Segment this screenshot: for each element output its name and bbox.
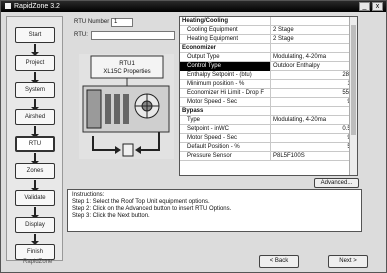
- rtu-property-grid[interactable]: Heating/Cooling Cooling Equipment 2 Stag…: [179, 16, 358, 176]
- step-arrow: [31, 234, 39, 245]
- heating-equipment-select[interactable]: 2 Stage: [270, 35, 357, 44]
- property-label: Output Type: [187, 54, 220, 60]
- instructions-title: Instructions:: [72, 192, 105, 198]
- bypass-setpoint-input[interactable]: 0.50: [270, 125, 357, 134]
- property-row-bypass: Bypass: [180, 107, 357, 116]
- property-value: [270, 44, 357, 53]
- rtu-name-label: RTU:: [74, 32, 88, 38]
- step-start[interactable]: Start: [15, 27, 55, 43]
- output-type-select[interactable]: Modulating, 4-20ma: [270, 53, 357, 62]
- economizer-motor-speed-input[interactable]: 90: [270, 98, 357, 107]
- rtu-equipment-diagram: RTU1 XL15C Properties: [79, 54, 174, 159]
- step-rtu[interactable]: RTU: [15, 136, 55, 152]
- property-row-output-type[interactable]: Output Type Modulating, 4-20ma: [180, 53, 357, 62]
- equipment-title: RTU1: [119, 61, 135, 67]
- app-window: RapidZone 3.2 _ x Start Project System A…: [0, 0, 387, 273]
- next-button[interactable]: Next >: [328, 255, 368, 268]
- property-row-pressure-sensor[interactable]: Pressure Sensor P8L5F100S: [180, 152, 357, 161]
- property-row-bypass-motor-speed[interactable]: Motor Speed - Sec 90: [180, 134, 357, 143]
- property-row-cooling-equipment[interactable]: Cooling Equipment 2 Stage: [180, 26, 357, 35]
- property-row-heating-cooling: Heating/Cooling: [180, 17, 357, 26]
- step-arrow: [31, 99, 39, 111]
- minimum-position-input[interactable]: 10: [270, 80, 357, 89]
- step-arrow: [31, 153, 39, 165]
- property-label: Heating Equipment: [187, 36, 239, 42]
- instruction-line: Step 1: Select the Roof Top Unit equipme…: [72, 199, 210, 205]
- back-button[interactable]: < Back: [259, 255, 299, 268]
- property-row-hi-limit[interactable]: Economizer Hi Limit - Drop F 55.0: [180, 89, 357, 98]
- hi-limit-input[interactable]: 55.0: [270, 89, 357, 98]
- enthalpy-setpoint-input[interactable]: 28.0: [270, 71, 357, 80]
- property-row-enthalpy-setpoint[interactable]: Enthalpy Setpoint - (btu) 28.0: [180, 71, 357, 80]
- property-grid-scrollbar[interactable]: [349, 17, 357, 175]
- property-label: Economizer Hi Limit - Drop F: [187, 90, 265, 96]
- step-arrow: [31, 126, 39, 138]
- advanced-button[interactable]: Advanced...: [314, 178, 359, 188]
- property-label: Minimum position - %: [187, 81, 245, 87]
- property-label: Heating/Cooling: [182, 18, 228, 24]
- property-row-heating-equipment[interactable]: Heating Equipment 2 Stage: [180, 35, 357, 44]
- step-finish[interactable]: Finish: [15, 244, 55, 260]
- step-airshed[interactable]: Airshed: [15, 109, 55, 125]
- step-arrow: [31, 72, 39, 84]
- property-row-economizer: Economizer: [180, 44, 357, 53]
- property-label: Control Type: [180, 62, 270, 71]
- property-value: [270, 107, 357, 116]
- property-row-bypass-setpoint[interactable]: Setpoint - inWC 0.50: [180, 125, 357, 134]
- equipment-subtitle: XL15C Properties: [103, 69, 150, 75]
- step-system[interactable]: System: [15, 82, 55, 98]
- step-validate[interactable]: Validate: [15, 190, 55, 206]
- property-row-default-position[interactable]: Default Position - % 50: [180, 143, 357, 152]
- property-label: Default Position - %: [187, 144, 240, 150]
- step-arrow: [31, 207, 39, 219]
- default-position-input[interactable]: 50: [270, 143, 357, 152]
- rtu-number-field[interactable]: 1: [111, 18, 133, 27]
- property-row-bypass-type[interactable]: Type Modulating, 4-20ma: [180, 116, 357, 125]
- rtu-name-field[interactable]: [91, 31, 175, 40]
- window-title: RapidZone 3.2: [14, 3, 60, 10]
- control-type-select[interactable]: Outdoor Enthalpy: [270, 62, 357, 71]
- property-label: Setpoint - inWC: [187, 126, 230, 132]
- property-label: Bypass: [182, 108, 204, 114]
- property-label: Type: [187, 117, 201, 123]
- property-label: Economizer: [182, 45, 217, 51]
- title-bar: RapidZone 3.2: [1, 1, 386, 12]
- rtu-number-label: RTU Number: [74, 19, 110, 25]
- bypass-motor-speed-input[interactable]: 90: [270, 134, 357, 143]
- bypass-type-select[interactable]: Modulating, 4-20ma: [270, 116, 357, 125]
- property-row-control-type[interactable]: Control Type Outdoor Enthalpy: [180, 62, 357, 71]
- footer-brand: RapidZone: [23, 259, 53, 265]
- property-label: Motor Speed - Sec: [187, 99, 238, 105]
- property-label: Enthalpy Setpoint - (btu): [187, 72, 252, 78]
- scrollbar-thumb[interactable]: [351, 25, 356, 135]
- step-arrow: [31, 44, 39, 56]
- instruction-line: Step 2: Click on the Advanced button to …: [72, 206, 232, 212]
- property-row-minimum-position[interactable]: Minimum position - % 10: [180, 80, 357, 89]
- close-button[interactable]: x: [372, 2, 383, 11]
- step-project[interactable]: Project: [15, 55, 55, 71]
- pressure-sensor-select[interactable]: P8L5F100S: [270, 152, 357, 161]
- property-label: Cooling Equipment: [187, 27, 238, 33]
- minimize-button[interactable]: _: [359, 2, 370, 11]
- step-display[interactable]: Display: [15, 217, 55, 233]
- step-zones[interactable]: Zones: [15, 163, 55, 179]
- instructions-panel: Instructions: Step 1: Select the Roof To…: [67, 189, 362, 232]
- property-label: Motor Speed - Sec: [187, 135, 238, 141]
- rtu-illustration: RTU1 XL15C Properties: [82, 55, 170, 157]
- property-label: Pressure Sensor: [187, 153, 232, 159]
- cooling-equipment-select[interactable]: 2 Stage: [270, 26, 357, 35]
- app-icon: [5, 3, 11, 9]
- instruction-line: Step 3: Click the Next button.: [72, 213, 150, 219]
- property-value: [270, 17, 357, 26]
- property-row-economizer-motor-speed[interactable]: Motor Speed - Sec 90: [180, 98, 357, 107]
- step-arrow: [31, 180, 39, 192]
- workflow-sidebar: Start Project System Airshed RTU Zones V…: [6, 16, 63, 261]
